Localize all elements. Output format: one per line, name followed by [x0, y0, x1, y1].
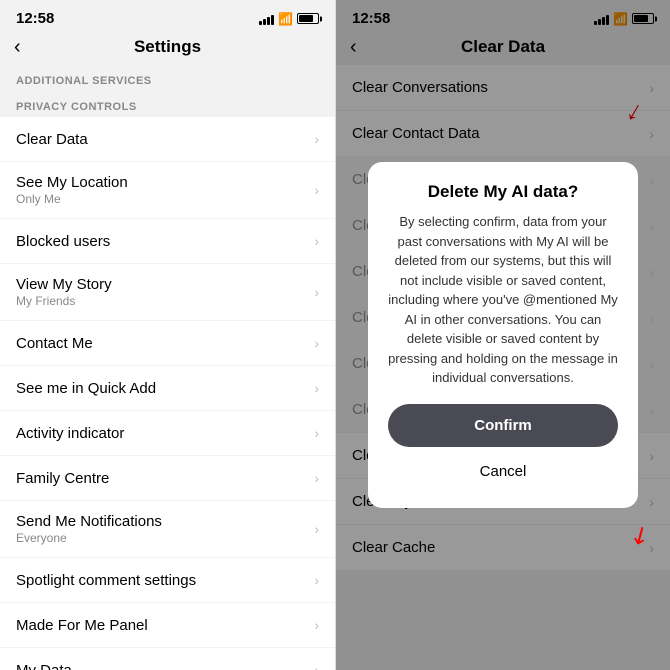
privacy-menu-list: Clear Data › See My Location Only Me › B… — [0, 117, 335, 670]
chevron-spotlight: › — [314, 572, 319, 588]
see-location-sub: Only Me — [16, 192, 128, 206]
see-location-label: See My Location — [16, 174, 128, 191]
blocked-users-label: Blocked users — [16, 233, 110, 250]
menu-item-contact-me[interactable]: Contact Me › — [0, 321, 335, 365]
menu-item-activity[interactable]: Activity indicator › — [0, 411, 335, 455]
spotlight-label: Spotlight comment settings — [16, 572, 196, 589]
status-bar-left: 12:58 📶 — [0, 0, 335, 31]
chevron-clear-data: › — [314, 131, 319, 147]
notifications-label: Send Me Notifications — [16, 513, 162, 530]
right-panel: 12:58 📶 ‹ Clear Data Clear Conversations… — [335, 0, 670, 670]
signal-icon — [259, 13, 274, 25]
menu-item-made-for-me[interactable]: Made For Me Panel › — [0, 603, 335, 647]
quick-add-label: See me in Quick Add — [16, 380, 156, 397]
chevron-see-location: › — [314, 182, 319, 198]
chevron-blocked-users: › — [314, 233, 319, 249]
modal-body: By selecting confirm, data from your pas… — [388, 212, 618, 388]
section-additional-services: ADDITIONAL SERVICES — [0, 65, 335, 91]
left-header-title: Settings — [134, 37, 201, 57]
battery-icon — [297, 13, 319, 24]
menu-item-see-location[interactable]: See My Location Only Me › — [0, 162, 335, 218]
modal-cancel-button[interactable]: Cancel — [388, 451, 618, 492]
chevron-contact-me: › — [314, 335, 319, 351]
view-story-label: View My Story — [16, 276, 112, 293]
family-label: Family Centre — [16, 470, 109, 487]
section-privacy-controls: PRIVACY CONTROLS — [0, 91, 335, 117]
view-story-sub: My Friends — [16, 294, 112, 308]
clear-data-label: Clear Data — [16, 131, 88, 148]
chevron-activity: › — [314, 425, 319, 441]
wifi-icon: 📶 — [278, 12, 293, 26]
modal-title: Delete My AI data? — [388, 182, 618, 202]
modal-confirm-button[interactable]: Confirm — [388, 404, 618, 447]
red-arrow-right: ↙ — [624, 518, 656, 553]
notifications-sub: Everyone — [16, 531, 162, 545]
activity-label: Activity indicator — [16, 425, 124, 442]
chevron-notifications: › — [314, 521, 319, 537]
menu-item-blocked-users[interactable]: Blocked users › — [0, 219, 335, 263]
chevron-made-for-me: › — [314, 617, 319, 633]
menu-item-notifications[interactable]: Send Me Notifications Everyone › — [0, 501, 335, 557]
chevron-my-data: › — [314, 662, 319, 670]
menu-item-family[interactable]: Family Centre › — [0, 456, 335, 500]
menu-item-quick-add[interactable]: See me in Quick Add › — [0, 366, 335, 410]
chevron-quick-add: › — [314, 380, 319, 396]
time-left: 12:58 — [16, 10, 54, 27]
menu-item-spotlight[interactable]: Spotlight comment settings › — [0, 558, 335, 602]
menu-item-view-story[interactable]: View My Story My Friends › — [0, 264, 335, 320]
modal-box: Delete My AI data? By selecting confirm,… — [368, 162, 638, 508]
menu-item-my-data[interactable]: My Data › — [0, 648, 335, 670]
contact-me-label: Contact Me — [16, 335, 93, 352]
my-data-label: My Data — [16, 662, 72, 670]
left-panel: 12:58 📶 ‹ Settings ↓ ADDITIONAL SERVICES… — [0, 0, 335, 670]
chevron-family: › — [314, 470, 319, 486]
chevron-view-story: › — [314, 284, 319, 300]
left-header: ‹ Settings — [0, 31, 335, 65]
modal-overlay: Delete My AI data? By selecting confirm,… — [336, 0, 670, 670]
made-for-me-label: Made For Me Panel — [16, 617, 148, 634]
status-icons-left: 📶 — [259, 12, 319, 26]
menu-item-clear-data[interactable]: Clear Data › — [0, 117, 335, 161]
back-button-left[interactable]: ‹ — [14, 36, 21, 59]
